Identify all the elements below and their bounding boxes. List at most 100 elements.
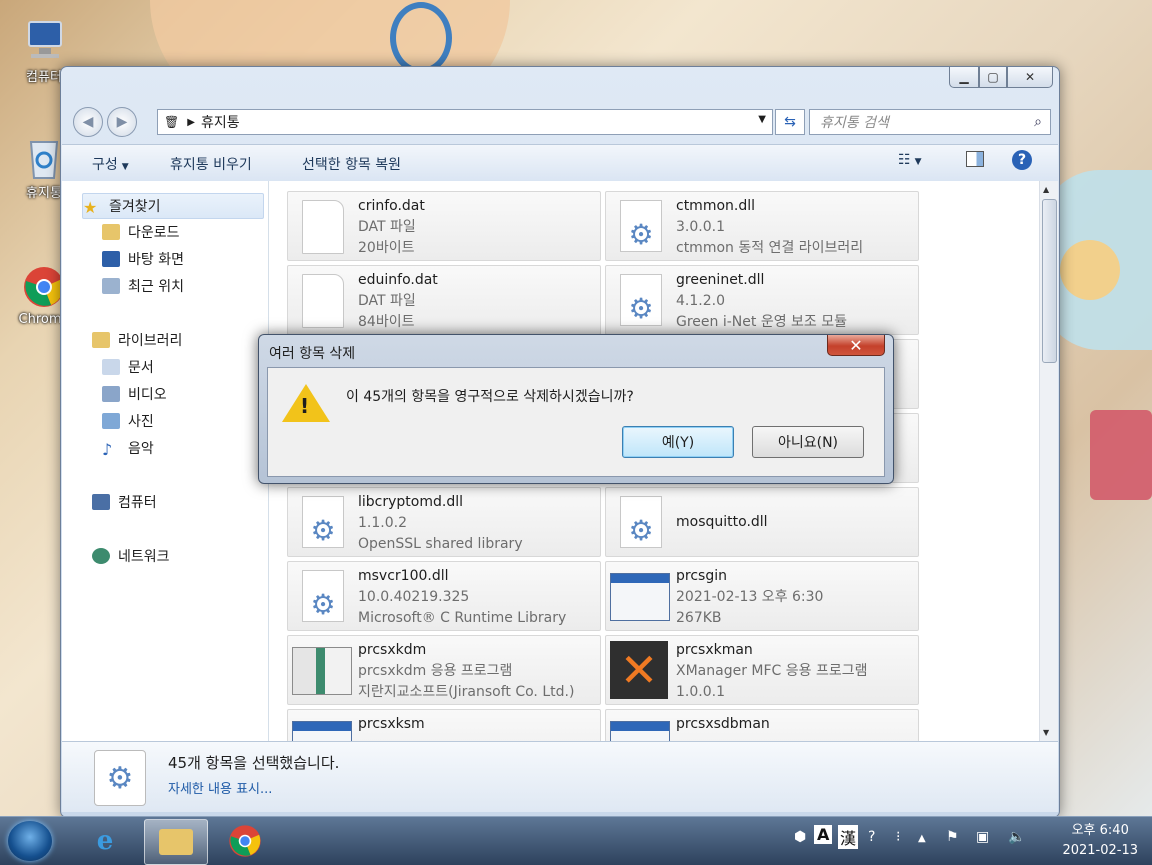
maximize-button[interactable]: ▢: [979, 67, 1007, 88]
close-button[interactable]: ✕: [1007, 67, 1053, 88]
nav-libraries[interactable]: 라이브러리: [92, 328, 182, 352]
refresh-button[interactable]: ⇆: [775, 109, 805, 135]
ime-mode-a[interactable]: A: [814, 825, 833, 844]
document-icon: [302, 274, 344, 328]
documents-icon: [102, 359, 120, 375]
nav-pictures[interactable]: 사진: [102, 409, 154, 433]
file-tile[interactable]: ⚙ ctmmon.dll 3.0.0.1 ctmmon 동적 연결 라이브러리: [605, 191, 919, 261]
nav-label: 다운로드: [128, 225, 180, 241]
nav-label: 최근 위치: [128, 279, 184, 295]
nav-label: 바탕 화면: [128, 252, 184, 268]
dialog-body: ! 이 45개의 항목을 영구적으로 삭제하시겠습니까? 예(Y) 아니요(N): [267, 367, 885, 477]
computer-icon: [21, 18, 67, 64]
file-tile[interactable]: ⚙ greeninet.dll 4.1.2.0 Green i-Net 운영 보조 …: [605, 265, 919, 335]
nav-favorites[interactable]: ★ 즐겨찾기: [82, 193, 264, 219]
yes-button[interactable]: 예(Y): [622, 426, 734, 458]
network-status-icon[interactable]: ▣: [976, 829, 989, 845]
file-version: 1.1.0.2: [358, 515, 407, 531]
scroll-down-icon[interactable]: ▼: [1043, 728, 1049, 737]
file-tile[interactable]: ⚙ libcryptomd.dll 1.1.0.2 OpenSSL shared l…: [287, 487, 601, 557]
ime-mode-hanja[interactable]: 漢: [838, 825, 859, 849]
file-name: crinfo.dat: [358, 198, 425, 214]
show-details-link[interactable]: 자세한 내용 표시...: [168, 778, 272, 797]
organize-button[interactable]: 구성 ▼: [92, 154, 129, 174]
desktop-icon: [102, 251, 120, 267]
action-center-icon[interactable]: ⚑: [946, 829, 959, 845]
file-tile[interactable]: prcsgin 2021-02-13 오후 6:30 267KB: [605, 561, 919, 631]
back-button[interactable]: ◀: [73, 107, 103, 137]
navigation-pane: ★ 즐겨찾기 다운로드 바탕 화면 최근 위치 라이브러리 문서 비디오 사진 ♪…: [62, 181, 269, 741]
taskbar: e ⬢ A 漢 ? ⁝ ▲ ⚑ ▣ 🔈 오후 6:40 2021-02-13: [0, 816, 1152, 865]
taskbar-explorer[interactable]: [144, 819, 208, 865]
taskbar-internet-explorer[interactable]: e: [74, 819, 136, 863]
breadcrumb-arrow-icon[interactable]: ▶: [187, 117, 195, 128]
nav-downloads[interactable]: 다운로드: [102, 220, 180, 244]
file-tile[interactable]: ⚙ msvcr100.dll 10.0.40219.325 Microsoft® C…: [287, 561, 601, 631]
file-name: prcsgin: [676, 568, 727, 584]
file-name: prcsxkman: [676, 642, 753, 658]
wallpaper-shape: [1090, 410, 1152, 500]
dialog-message: 이 45개의 항목을 영구적으로 삭제하시겠습니까?: [346, 389, 634, 405]
show-hidden-icons-button[interactable]: ▲: [918, 833, 926, 844]
file-tile[interactable]: prcsxsdbman: [605, 709, 919, 741]
nav-network[interactable]: 네트워크: [92, 544, 170, 568]
help-button[interactable]: ?: [1012, 150, 1032, 170]
file-company: 지란지교소프트(Jiransoft Co. Ltd.): [358, 684, 575, 700]
pictures-icon: [102, 413, 120, 429]
file-tile[interactable]: prcsxkdm prcsxkdm 응용 프로그램 지란지교소프트(Jiransof…: [287, 635, 601, 705]
system-clock[interactable]: 오후 6:40 2021-02-13: [1062, 821, 1138, 861]
ime-options-icon[interactable]: ⁝: [896, 829, 900, 845]
file-type: DAT 파일: [358, 219, 416, 235]
nav-label: 컴퓨터: [118, 495, 157, 511]
chrome-icon: [229, 825, 261, 857]
dll-gear-icon: ⚙: [620, 496, 662, 548]
scroll-up-icon[interactable]: ▲: [1043, 185, 1049, 194]
music-icon: ♪: [102, 440, 113, 459]
nav-videos[interactable]: 비디오: [102, 382, 167, 406]
restore-selected-button[interactable]: 선택한 항목 복원: [302, 154, 401, 174]
scrollbar-thumb[interactable]: [1042, 199, 1057, 363]
file-tile[interactable]: ⚙ mosquitto.dll: [605, 487, 919, 557]
chevron-down-icon: ▼: [121, 162, 129, 172]
start-button[interactable]: [8, 821, 52, 861]
minimize-button[interactable]: ▁: [949, 67, 979, 88]
empty-recycle-bin-button[interactable]: 휴지통 비우기: [170, 154, 252, 174]
breadcrumb-location[interactable]: 휴지통: [201, 112, 240, 132]
address-dropdown-icon[interactable]: ▼: [758, 114, 766, 125]
volume-icon[interactable]: 🔈: [1008, 829, 1025, 845]
vertical-scrollbar[interactable]: ▲ ▼: [1039, 181, 1058, 741]
file-tile[interactable]: ✕ prcsxkman XManager MFC 응용 프로그램 1.0.0.1: [605, 635, 919, 705]
nav-computer[interactable]: 컴퓨터: [92, 490, 157, 514]
view-options-button[interactable]: ☷ ▼: [898, 152, 921, 168]
nav-documents[interactable]: 문서: [102, 355, 154, 379]
nav-label: 문서: [128, 360, 154, 376]
file-name: prcsxsdbman: [676, 716, 770, 732]
nav-label: 즐겨찾기: [109, 199, 161, 215]
address-bar[interactable]: 🗑 ▶ 휴지통 ▼: [157, 109, 773, 135]
forward-button[interactable]: ▶: [107, 107, 137, 137]
search-input[interactable]: 휴지통 검색: [820, 112, 1034, 132]
file-tile[interactable]: eduinfo.dat DAT 파일 84바이트: [287, 265, 601, 335]
file-description: OpenSSL shared library: [358, 536, 523, 552]
language-bar-icon[interactable]: ⬢: [794, 829, 806, 845]
minimize-icon: ▁: [959, 70, 969, 84]
preview-pane-button[interactable]: [966, 151, 984, 171]
ime-help-icon[interactable]: ?: [868, 829, 875, 845]
dll-gear-icon: ⚙: [620, 200, 662, 252]
nav-music[interactable]: ♪ 음악: [102, 436, 154, 460]
app-image-icon: [292, 647, 352, 695]
file-description: ctmmon 동적 연결 라이브러리: [676, 240, 864, 256]
taskbar-chrome[interactable]: [214, 819, 276, 863]
no-button[interactable]: 아니요(N): [752, 426, 864, 458]
file-version: 4.1.2.0: [676, 293, 725, 309]
folder-icon: [159, 829, 193, 855]
file-name: libcryptomd.dll: [358, 494, 463, 510]
file-tile[interactable]: prcsxksm: [287, 709, 601, 741]
nav-recent-places[interactable]: 최근 위치: [102, 274, 184, 298]
selection-count: 45개 항목을 선택했습니다.: [168, 754, 340, 772]
downloads-folder-icon: [102, 224, 120, 240]
dialog-close-button[interactable]: ✕: [827, 335, 885, 356]
nav-desktop[interactable]: 바탕 화면: [102, 247, 184, 271]
search-box[interactable]: 휴지통 검색 ⌕: [809, 109, 1051, 135]
file-tile[interactable]: crinfo.dat DAT 파일 20바이트: [287, 191, 601, 261]
